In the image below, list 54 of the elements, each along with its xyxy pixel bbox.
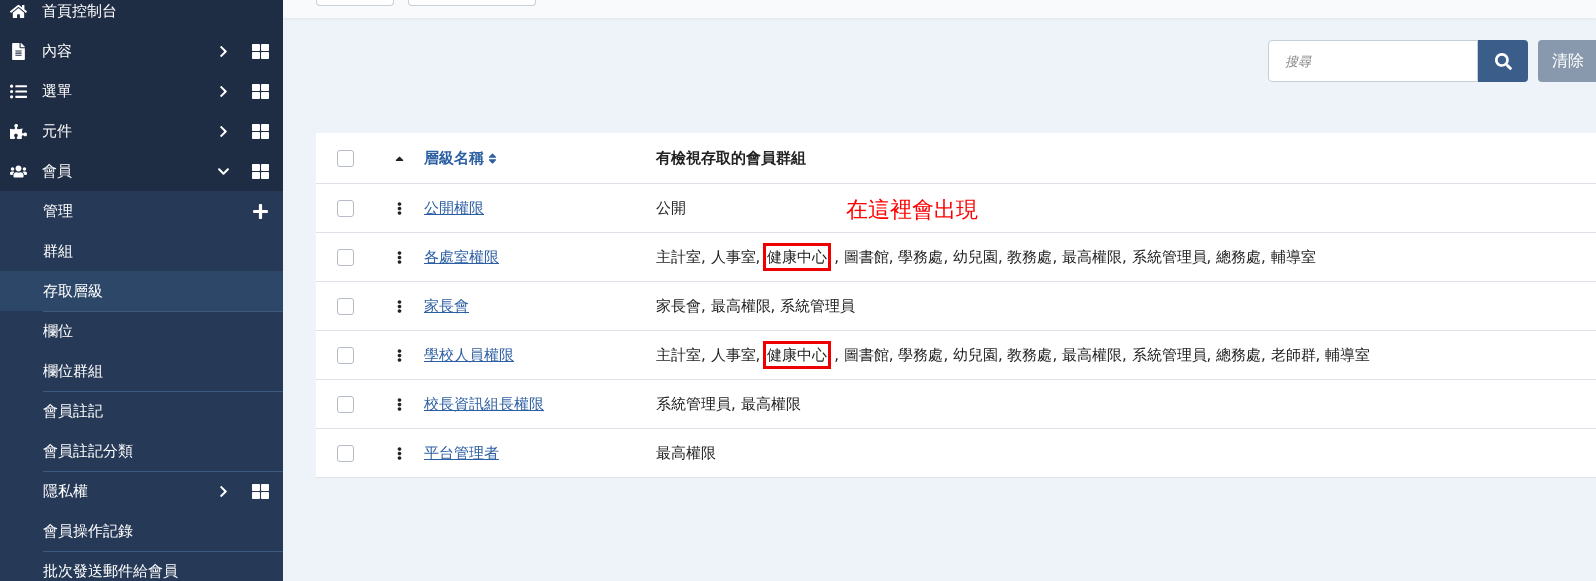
search-button[interactable] — [1478, 40, 1528, 82]
level-link[interactable]: 學校人員權限 — [424, 345, 514, 365]
sidebar-subitem[interactable]: 會員註記分類 — [0, 431, 283, 471]
level-link[interactable]: 平台管理者 — [424, 443, 499, 463]
highlighted-text: 健康中心 — [763, 242, 832, 271]
level-link[interactable]: 各處室權限 — [424, 247, 499, 267]
checkbox[interactable] — [336, 149, 354, 167]
grid-icon[interactable] — [252, 42, 269, 60]
row-checkbox[interactable] — [336, 395, 354, 413]
highlighted-text: 健康中心 — [763, 340, 832, 369]
row-checkbox[interactable] — [336, 248, 354, 266]
column-header: 有檢視存取的會員群組 — [656, 148, 806, 168]
table-cell: , 圖書館, 學務處, 幼兒園, 教務處, 最高權限, 系統管理員, 總務處, 輔導室 — [834, 247, 1316, 266]
level-link[interactable]: 家長會 — [424, 296, 469, 316]
table-cell: 主計室, 人事室, — [656, 345, 761, 364]
table-cell: , 圖書館, 學務處, 幼兒園, 教務處, 最高權限, 系統管理員, 總務處, 老師群, 輔導室 — [834, 345, 1371, 364]
grid-icon[interactable] — [252, 82, 269, 100]
sidebar-item[interactable]: 會員 — [0, 151, 283, 191]
row-checkbox[interactable] — [336, 346, 354, 364]
sidebar-subitem[interactable]: 管理 — [0, 191, 283, 231]
table-cell: 最高權限 — [656, 443, 716, 463]
grid-icon[interactable] — [252, 122, 269, 140]
chevron-icon[interactable] — [217, 84, 230, 98]
row-checkbox[interactable] — [336, 297, 354, 315]
table-cell: 家長會, 最高權限, 系統管理員 — [656, 296, 856, 316]
grid-icon[interactable] — [252, 482, 269, 500]
sidebar-subitem[interactable]: 欄位群組 — [0, 351, 283, 391]
chevron-icon[interactable] — [217, 124, 230, 138]
row-checkbox[interactable] — [336, 444, 354, 462]
sidebar-item[interactable]: 首頁控制台 — [0, 0, 283, 31]
sidebar-subitem[interactable]: 會員操作記錄 — [0, 511, 283, 551]
chevron-icon[interactable] — [217, 484, 230, 498]
table-cell: 公開 — [656, 198, 686, 218]
row-checkbox[interactable] — [336, 199, 354, 217]
sort-icon — [486, 151, 499, 165]
table-cell: 系統管理員, 最高權限 — [656, 394, 801, 414]
search-icon — [1494, 52, 1512, 70]
level-link[interactable]: 公開權限 — [424, 198, 484, 218]
level-link[interactable]: 校長資訊組長權限 — [424, 394, 544, 414]
sidebar-subitem[interactable]: 群組 — [0, 231, 283, 271]
sidebar-item[interactable]: 內容 — [0, 31, 283, 71]
nav-icon — [8, 2, 28, 20]
search-field[interactable]: 搜尋 — [1268, 40, 1478, 82]
plus-icon[interactable] — [252, 202, 269, 220]
table-cell: 主計室, 人事室, — [656, 247, 761, 266]
chevron-icon[interactable] — [217, 44, 230, 58]
column-header[interactable]: 層級名稱 — [424, 148, 499, 168]
sidebar-subitem[interactable]: 存取層級 — [0, 271, 283, 311]
sidebar-item[interactable]: 元件 — [0, 111, 283, 151]
nav-icon — [8, 82, 28, 100]
nav-icon — [8, 122, 28, 140]
annotation-text: 在這裡會出現 — [846, 196, 978, 224]
sidebar-item[interactable]: 選單 — [0, 71, 283, 111]
grid-icon[interactable] — [252, 162, 269, 180]
